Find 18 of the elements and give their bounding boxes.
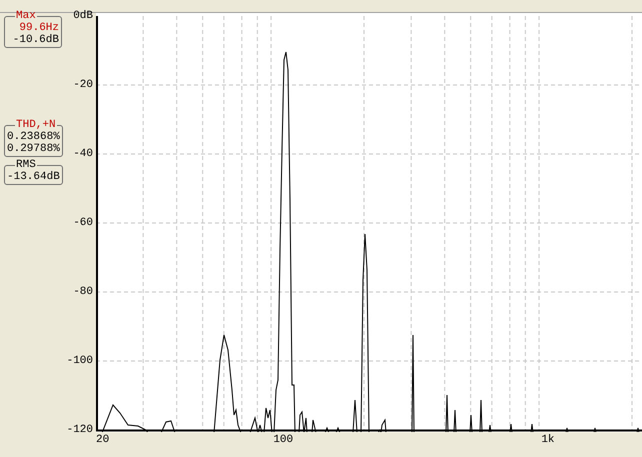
- y-axis-label: -120: [66, 424, 93, 436]
- readout-title: Max: [15, 10, 37, 22]
- readout-value: 0.23868%: [7, 131, 60, 143]
- y-axis-label: -20: [73, 79, 93, 91]
- x-axis-label: 1k: [541, 434, 555, 446]
- y-axis-label: -80: [73, 286, 93, 298]
- readout-title: THD,+N: [15, 119, 57, 131]
- y-axis-label: -60: [73, 217, 93, 229]
- x-axis-label: 20: [96, 434, 110, 446]
- y-axis-label: 0dB: [73, 10, 93, 22]
- x-axis-label: 100: [273, 434, 294, 446]
- readout-title: RMS: [15, 159, 37, 171]
- readout-value: 99.6Hz: [18, 22, 59, 34]
- y-axis-label: -100: [66, 355, 93, 367]
- readout-value: -10.6dB: [12, 34, 59, 46]
- readout-value: -13.64dB: [7, 171, 60, 183]
- y-axis-label: -40: [73, 148, 93, 160]
- readout-value: 0.29788%: [7, 143, 60, 155]
